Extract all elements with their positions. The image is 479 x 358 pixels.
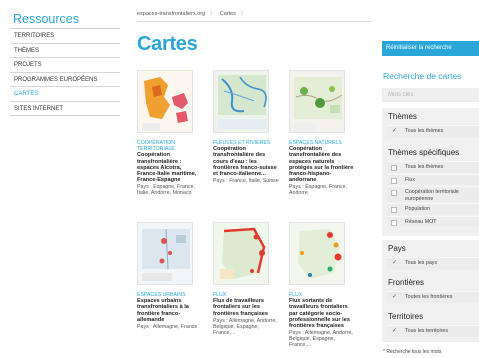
card-countries: Pays : Espagne, France, Italie, Andorre,…	[137, 184, 196, 197]
card-countries: Pays : France, Italie, Suisse	[213, 178, 279, 185]
facet-specific-themes: Thèmes spécifiques Tous les thèmes Flux …	[382, 144, 479, 236]
option-label: Tous les thèmes	[405, 164, 444, 170]
map-card[interactable]: FLEUVES ET RIVIÈRES Coopération transfro…	[213, 70, 279, 184]
facet-countries: Pays ✓ Tous les pays	[382, 240, 479, 274]
card-title[interactable]: Coopération transfrontalière : espaces A…	[137, 152, 203, 183]
map-thumbnail[interactable]	[289, 222, 345, 285]
checkmark-icon: ✓	[392, 128, 398, 134]
option-label: Réseau MOT	[405, 218, 437, 225]
facet-specific-themes-title: Thèmes spécifiques	[388, 148, 460, 157]
option-all-countries[interactable]: ✓ Tous les pays	[387, 257, 479, 269]
card-title[interactable]: Flux de travailleurs frontaliers sur les…	[213, 298, 279, 317]
map-card[interactable]: COOPÉRATION TERRITORIALE Coopération tra…	[137, 70, 203, 196]
map-card[interactable]: ESPACES URBAINS Espaces urbains transfro…	[137, 222, 203, 330]
breadcrumb-separator: 〉	[209, 11, 216, 17]
checkmark-icon: ✓	[392, 260, 398, 266]
card-title[interactable]: Coopération transfrontalière des cours d…	[213, 146, 279, 177]
card-countries: Pays : Espagne, France, Andorre	[289, 184, 348, 197]
sidebar-item-cartes[interactable]: CARTES	[10, 87, 120, 102]
card-countries: Pays : Allemagne, Andorre, Belgique, Esp…	[289, 330, 353, 349]
checkbox[interactable]	[391, 190, 397, 196]
breadcrumb-current[interactable]: Cartes	[220, 11, 236, 17]
reset-search-button[interactable]: Réinitialiser la recherche	[382, 41, 479, 56]
sidebar-item-projets[interactable]: PROJETS	[10, 58, 120, 73]
facet-borders: Frontières ✓ Toutes les frontières	[382, 274, 479, 308]
option-label: Tous les pays	[405, 260, 438, 266]
map-thumbnail[interactable]	[289, 70, 345, 133]
map-card[interactable]: FLUX Flux de travailleurs frontaliers su…	[213, 222, 279, 336]
option-label: Tous les thèmes	[405, 128, 444, 134]
sidebar-title: Ressources	[10, 12, 120, 29]
facet-themes-title: Thèmes	[388, 112, 417, 121]
checkmark-icon: ✓	[392, 328, 398, 334]
breadcrumb: espaces-transfrontaliers.org 〉 Cartes 〉	[137, 10, 372, 22]
page-title: Cartes	[137, 33, 198, 55]
checkbox[interactable]	[391, 165, 397, 171]
option-label: Tous les territoires	[405, 328, 448, 334]
facet-borders-title: Frontières	[388, 278, 425, 287]
map-thumbnail[interactable]	[137, 70, 193, 133]
breadcrumb-home-link[interactable]: espaces-transfrontaliers.org	[137, 11, 205, 17]
keywords-input[interactable]	[382, 88, 479, 102]
option-label: Coopération territoriale européenne	[405, 189, 459, 202]
map-thumbnail[interactable]	[213, 70, 269, 133]
card-countries: Pays : Allemagne, Andorre, Belgique, Esp…	[213, 317, 277, 336]
facet-themes: Thèmes ✓ Tous les thèmes	[382, 108, 479, 144]
search-note: * Recherche tous les mots	[383, 349, 442, 355]
facet-territories-title: Territoires	[388, 312, 424, 321]
card-title[interactable]: Flux sortants de travailleurs frontalier…	[289, 298, 355, 329]
sidebar-item-sites-internet[interactable]: SITES INTERNET	[10, 102, 120, 116]
checkbox[interactable]	[391, 207, 397, 213]
option-specific-all[interactable]: Tous les thèmes	[387, 161, 479, 173]
option-label: Toutes les frontières	[405, 294, 453, 300]
option-population[interactable]: Population	[387, 203, 479, 215]
checkbox[interactable]	[391, 177, 397, 184]
option-cooperation[interactable]: Coopération territoriale européenne	[387, 186, 479, 202]
map-thumbnail[interactable]	[137, 222, 193, 285]
option-flux[interactable]: Flux	[387, 173, 479, 185]
option-reseau-mot[interactable]: Réseau MOT	[387, 215, 479, 227]
map-thumbnail[interactable]	[213, 222, 269, 285]
breadcrumb-separator: 〉	[240, 11, 246, 17]
facet-countries-title: Pays	[388, 244, 406, 253]
card-category: COOPÉRATION TERRITORIALE	[137, 140, 175, 153]
card-title[interactable]: Espaces urbains transfrontaliers à la fr…	[137, 298, 203, 323]
checkbox[interactable]	[391, 219, 397, 226]
sidebar-item-themes[interactable]: THÈMES	[10, 44, 120, 58]
checkmark-icon: ✓	[392, 294, 398, 300]
option-label: Population	[405, 206, 431, 212]
option-all-borders[interactable]: ✓ Toutes les frontières	[387, 291, 479, 303]
facet-territories: Territoires ✓ Tous les territoires	[382, 308, 479, 342]
sidebar-item-territoires[interactable]: TERRITOIRES	[10, 29, 120, 44]
map-card[interactable]: ESPACES NATURELS Coopération transfronta…	[289, 70, 355, 196]
sidebar-item-programmes[interactable]: PROGRAMMES EUROPÉENS	[10, 73, 120, 87]
card-title[interactable]: Coopération transfrontalière des espaces…	[289, 146, 355, 183]
option-all-territories[interactable]: ✓ Tous les territoires	[387, 325, 479, 337]
option-all-themes[interactable]: ✓ Tous les thèmes	[387, 125, 479, 137]
resources-sidebar: Ressources TERRITOIRES THÈMES PROJETS PR…	[10, 12, 120, 116]
option-label: Flux	[405, 176, 416, 183]
search-panel-title: Recherche de cartes	[383, 71, 462, 81]
card-countries: Pays : Allemagne, France	[137, 324, 198, 331]
map-card[interactable]: FLUX Flux sortants de travailleurs front…	[289, 222, 355, 348]
